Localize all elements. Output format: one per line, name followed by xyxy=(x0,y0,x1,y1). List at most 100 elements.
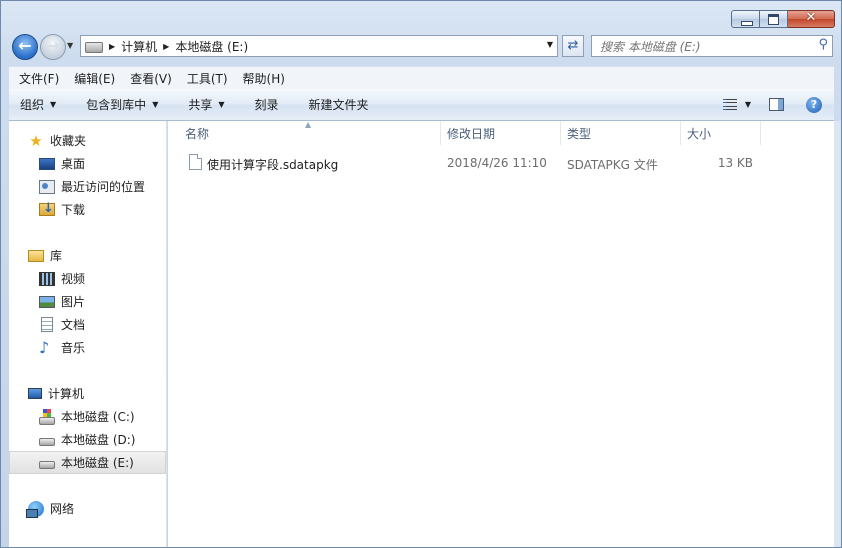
video-icon xyxy=(39,271,55,286)
nav-favorites-label: 收藏夹 xyxy=(50,134,87,148)
music-icon: ♪ xyxy=(39,337,50,357)
nav-downloads-label: 下载 xyxy=(61,203,86,217)
burn-label: 刻录 xyxy=(254,98,279,112)
view-dropdown-icon[interactable]: ▼ xyxy=(745,100,751,109)
menu-view[interactable]: 查看(V) xyxy=(125,70,177,87)
refresh-button[interactable]: ⇄ xyxy=(562,35,584,57)
burn-button[interactable]: 刻录 xyxy=(247,96,287,113)
file-modified: 2018/4/26 11:10 xyxy=(447,156,547,170)
chevron-down-icon: ▼ xyxy=(152,100,159,109)
chevron-down-icon: ▼ xyxy=(50,100,57,109)
maximize-button[interactable] xyxy=(760,10,788,28)
downloads-icon xyxy=(39,201,55,216)
menu-help[interactable]: 帮助(H) xyxy=(238,70,290,87)
menu-bar: 文件(F) 编辑(E) 查看(V) 工具(T) 帮助(H) xyxy=(9,66,834,89)
search-box[interactable]: ⚲ xyxy=(591,35,833,58)
arrow-left-icon: ← xyxy=(18,36,32,55)
drive-icon xyxy=(39,437,55,446)
nav-network[interactable]: 网络 xyxy=(9,497,185,520)
share-button[interactable]: 共享 ▼ xyxy=(180,96,232,113)
search-icon[interactable]: ⚲ xyxy=(818,37,828,52)
desktop-icon xyxy=(39,157,55,170)
minimize-icon xyxy=(741,21,753,26)
file-type: SDATAPKG 文件 xyxy=(567,158,658,172)
menu-edit[interactable]: 编辑(E) xyxy=(69,70,120,87)
command-bar-right: ▼ ? xyxy=(722,89,834,120)
nav-libraries[interactable]: 库 xyxy=(9,244,185,267)
menu-file[interactable]: 文件(F) xyxy=(14,70,64,87)
close-button[interactable]: ✕ xyxy=(788,10,835,28)
nav-network-label: 网络 xyxy=(50,502,75,516)
navigation-pane: ★ 收藏夹 桌面 最近访问的位置 下载 库 视频 图片 文档 ♪ 音乐 计算机 本地… xyxy=(9,121,167,547)
command-bar: 组织 ▼ 包含到库中 ▼ 共享 ▼ 刻录 新建文件夹 ▼ ? xyxy=(9,89,834,121)
forward-button[interactable]: → xyxy=(40,34,66,60)
pictures-icon xyxy=(39,295,55,308)
new-folder-button[interactable]: 新建文件夹 xyxy=(301,96,377,113)
new-folder-label: 新建文件夹 xyxy=(308,98,369,112)
column-header-name[interactable]: 名称 xyxy=(174,121,440,145)
file-size: 13 KB xyxy=(717,156,753,170)
column-size-label: 大小 xyxy=(687,126,712,141)
table-row[interactable]: 使用计算字段.sdatapkg 2018/4/26 11:10 SDATAPKG… xyxy=(168,152,834,174)
maximize-icon xyxy=(768,14,779,25)
refresh-icon: ⇄ xyxy=(567,38,579,53)
drive-icon xyxy=(39,460,55,469)
file-icon xyxy=(189,154,202,170)
star-icon: ★ xyxy=(29,131,43,150)
breadcrumb-computer[interactable]: 计算机 xyxy=(121,38,157,55)
nav-computer[interactable]: 计算机 xyxy=(9,382,185,405)
recent-places-icon xyxy=(39,179,55,194)
address-bar[interactable]: ▶ 计算机 ▶ 本地磁盘 (E:) ▼ xyxy=(80,35,558,57)
menu-tools[interactable]: 工具(T) xyxy=(182,70,233,87)
windows-drive-icon xyxy=(39,408,55,425)
close-icon: ✕ xyxy=(805,10,817,25)
nav-recent-label: 最近访问的位置 xyxy=(61,180,146,194)
nav-pictures-label: 图片 xyxy=(61,295,86,309)
nav-desktop-label: 桌面 xyxy=(61,157,86,171)
column-modified-label: 修改日期 xyxy=(447,126,496,141)
caption-buttons: ✕ xyxy=(731,10,835,28)
back-button[interactable]: ← xyxy=(12,34,38,60)
computer-icon xyxy=(28,388,42,399)
nav-documents-label: 文档 xyxy=(61,318,86,332)
minimize-button[interactable] xyxy=(731,10,760,28)
explorer-window: ✕ ← → ▼ ▶ 计算机 ▶ 本地磁盘 (E:) ▼ ⇄ ⚲ 文件(F) 编辑… xyxy=(0,0,842,548)
nav-favorites[interactable]: ★ 收藏夹 xyxy=(9,129,185,152)
share-label: 共享 xyxy=(188,98,213,112)
nav-drive-d-label: 本地磁盘 (D:) xyxy=(61,433,136,447)
nav-libraries-label: 库 xyxy=(50,249,63,263)
include-in-library-button[interactable]: 包含到库中 ▼ xyxy=(78,96,166,113)
nav-music-label: 音乐 xyxy=(61,341,86,355)
organize-button[interactable]: 组织 ▼ xyxy=(12,96,64,113)
column-type-label: 类型 xyxy=(567,126,592,141)
column-header-type[interactable]: 类型 xyxy=(556,121,676,145)
arrow-right-icon: → xyxy=(46,36,60,55)
nav-drive-e-label: 本地磁盘 (E:) xyxy=(61,456,134,470)
drive-icon xyxy=(85,41,103,53)
column-header-size[interactable]: 大小 xyxy=(676,121,756,145)
recent-pages-dropdown[interactable]: ▼ xyxy=(67,41,73,50)
document-icon xyxy=(41,317,53,332)
column-divider[interactable] xyxy=(760,121,761,145)
network-icon xyxy=(26,500,44,518)
column-header-modified[interactable]: 修改日期 xyxy=(436,121,556,145)
window-edge xyxy=(834,121,841,547)
breadcrumb-separator-icon[interactable]: ▶ xyxy=(109,42,115,51)
breadcrumb-drive-e[interactable]: 本地磁盘 (E:) xyxy=(175,38,248,55)
file-list: ▲ 名称 修改日期 类型 大小 使用计算字段.sdatapkg 2018/4/2… xyxy=(168,120,834,547)
preview-pane-icon[interactable] xyxy=(769,98,784,111)
column-name-label: 名称 xyxy=(185,126,210,141)
library-icon xyxy=(28,249,44,262)
nav-drive-c-label: 本地磁盘 (C:) xyxy=(61,410,135,424)
include-in-library-label: 包含到库中 xyxy=(86,98,147,112)
nav-drive-e[interactable]: 本地磁盘 (E:) xyxy=(9,451,166,474)
search-input[interactable] xyxy=(592,36,812,58)
nav-videos-label: 视频 xyxy=(61,272,86,286)
view-options-icon[interactable] xyxy=(722,99,737,110)
nav-computer-label: 计算机 xyxy=(48,387,85,401)
chevron-down-icon: ▼ xyxy=(218,100,225,109)
file-name: 使用计算字段.sdatapkg xyxy=(207,158,339,172)
help-icon[interactable]: ? xyxy=(806,96,822,113)
address-dropdown-icon[interactable]: ▼ xyxy=(547,40,553,49)
breadcrumb-separator-icon[interactable]: ▶ xyxy=(163,42,169,51)
